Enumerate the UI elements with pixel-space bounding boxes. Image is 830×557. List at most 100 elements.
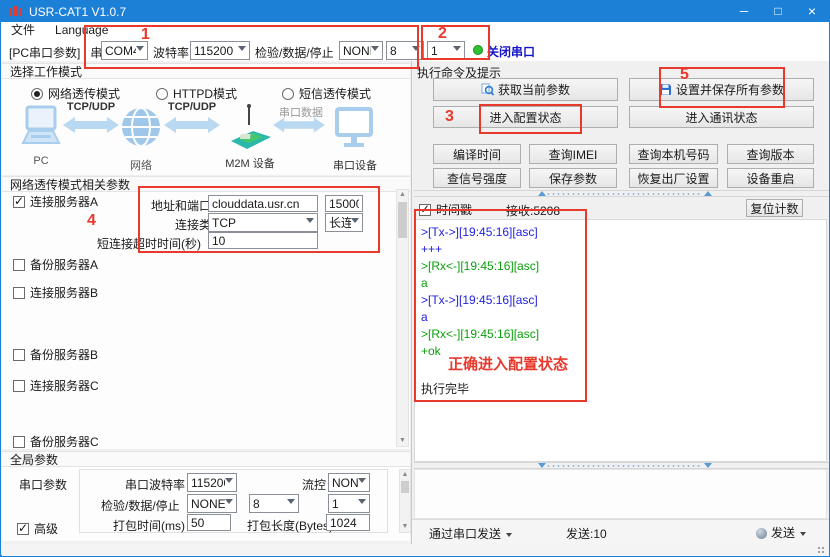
query-local-number-button[interactable]: 查询本机号码	[629, 144, 718, 164]
save-params-button[interactable]: 保存参数	[529, 168, 617, 188]
m2m-device-icon	[227, 103, 273, 153]
annotation-note: 正确进入配置状态	[448, 353, 568, 374]
maximize-button[interactable]: □	[761, 1, 795, 22]
menu-file[interactable]: 文件	[1, 22, 45, 39]
scroll-down-icon[interactable]: ▼	[400, 522, 410, 532]
query-imei-button[interactable]: 查询IMEI	[529, 144, 617, 164]
checkbox-timestamp[interactable]: 时间戳	[419, 201, 472, 218]
arrow-icon	[63, 116, 119, 134]
chevron-down-icon	[358, 499, 366, 509]
get-current-params-button[interactable]: 获取当前参数	[433, 78, 618, 101]
checkbox-connect-server-b[interactable]: 连接服务器B	[13, 284, 98, 301]
splitter-grip[interactable]	[546, 192, 701, 196]
set-save-all-button[interactable]: 设置并保存所有参数	[629, 78, 814, 101]
menu-bar: 文件 Language	[1, 22, 829, 40]
log-line: >[Rx<-][19:45:16][asc]	[421, 260, 826, 273]
resize-grip[interactable]	[817, 546, 826, 555]
reset-counter-button[interactable]: 复位计数	[746, 199, 803, 217]
scroll-up-icon[interactable]: ▲	[397, 190, 408, 200]
flow-select[interactable]: NONE	[328, 473, 370, 492]
pack-time-input[interactable]	[187, 514, 231, 531]
device-restart-button[interactable]: 设备重启	[727, 168, 814, 188]
close-port-button[interactable]: 关闭串口	[487, 43, 535, 60]
arrow-icon	[273, 116, 325, 134]
checkbox-backup-server-a[interactable]: 备份服务器A	[13, 256, 98, 273]
pack-len-input[interactable]	[326, 514, 370, 531]
link2-label: TCP/UDP	[164, 101, 220, 113]
close-button[interactable]: ×	[795, 1, 829, 22]
checkbox-icon	[13, 380, 25, 392]
chevron-down-icon	[506, 533, 512, 537]
global-params-scrollbar[interactable]: ▲ ▼	[399, 469, 411, 533]
send-input[interactable]	[414, 469, 827, 519]
gbaud-select[interactable]: 115200	[187, 473, 237, 492]
flow-label: 流控	[302, 476, 326, 493]
query-signal-button[interactable]: 查信号强度	[433, 168, 521, 188]
log-line: a	[421, 311, 826, 324]
app-window: USR-CAT1 V1.0.7 ─ □ × 文件 Language [PC串口参…	[0, 0, 830, 557]
log-output[interactable]: >[Tx->][19:45:16][asc] +++ >[Rx<-][19:45…	[414, 219, 827, 462]
splitter-arrow-icon[interactable]	[538, 463, 546, 468]
checkbox-icon	[13, 436, 25, 448]
query-version-button[interactable]: 查询版本	[727, 144, 814, 164]
stopbits-select[interactable]: 1	[427, 41, 465, 60]
serial-params-label: 串口参数	[19, 476, 67, 493]
send-button[interactable]: 发送	[756, 524, 806, 541]
port-input[interactable]	[325, 195, 363, 212]
horizontal-splitter[interactable]	[414, 462, 829, 469]
sent-count-label: 发送:10	[566, 525, 607, 542]
conn-type-select[interactable]: TCP	[208, 213, 318, 232]
node-serial-label: 串口设备	[331, 157, 379, 173]
radio-net-mode[interactable]: 网络透传模式	[31, 85, 120, 102]
minimize-button[interactable]: ─	[727, 1, 761, 22]
net-params-scrollbar[interactable]: ▲ ▼	[396, 189, 409, 447]
enter-comm-state-button[interactable]: 进入通讯状态	[629, 106, 814, 128]
splitter-grip[interactable]	[546, 464, 701, 468]
databits-select[interactable]: 8	[386, 41, 424, 60]
horizontal-splitter[interactable]	[414, 190, 829, 197]
conn-mode-select[interactable]: 长连接	[325, 213, 363, 232]
radio-httpd-mode[interactable]: HTTPD模式	[156, 85, 237, 102]
checkbox-advanced[interactable]: 高级	[17, 520, 58, 537]
scrollbar-thumb[interactable]	[401, 481, 409, 493]
radio-icon	[31, 88, 43, 100]
gdatabits-select[interactable]: 8	[249, 494, 299, 513]
send-via-select[interactable]: 通过串口发送	[429, 525, 512, 542]
checkbox-backup-server-c[interactable]: 备份服务器C	[13, 433, 99, 450]
node-pc-label: PC	[19, 155, 63, 167]
splitter-arrow-icon[interactable]	[704, 191, 712, 196]
send-icon	[756, 528, 767, 539]
pc-icon	[21, 105, 61, 153]
splitter-arrow-icon[interactable]	[538, 191, 546, 196]
checkbox-connect-server-a[interactable]: 连接服务器A	[13, 193, 98, 210]
radio-icon	[282, 88, 294, 100]
scroll-down-icon[interactable]: ▼	[397, 436, 408, 446]
scroll-up-icon[interactable]: ▲	[400, 470, 410, 480]
gstopbits-select[interactable]: 1	[328, 494, 370, 513]
compile-time-button[interactable]: 编译时间	[433, 144, 521, 164]
checkbox-backup-server-b[interactable]: 备份服务器B	[13, 346, 98, 363]
menu-language[interactable]: Language	[45, 22, 118, 39]
log-line: >[Tx->][19:45:16][asc]	[421, 226, 826, 239]
checkbox-connect-server-c[interactable]: 连接服务器C	[13, 377, 99, 394]
chevron-down-icon	[136, 46, 144, 56]
enter-config-state-button[interactable]: 进入配置状态	[433, 106, 618, 128]
gparity-select[interactable]: NONE	[187, 494, 237, 513]
baud-select[interactable]: 115200	[190, 41, 250, 60]
port-open-indicator-icon	[473, 45, 483, 55]
panel-divider	[411, 61, 412, 544]
factory-reset-button[interactable]: 恢复出厂设置	[629, 168, 718, 188]
global-params-header: 全局参数	[2, 451, 410, 467]
splitter-arrow-icon[interactable]	[704, 463, 712, 468]
address-input[interactable]	[208, 195, 318, 212]
log-line: >[Rx<-][19:45:16][asc]	[421, 328, 826, 341]
status-bar	[2, 544, 829, 556]
com-port-select[interactable]: COM45	[101, 41, 148, 60]
parity-select[interactable]: NONI	[339, 41, 383, 60]
timeout-input[interactable]	[208, 232, 318, 249]
chevron-down-icon	[225, 499, 233, 509]
scrollbar-thumb[interactable]	[398, 202, 407, 238]
chevron-down-icon	[412, 46, 420, 56]
checkbox-icon	[13, 287, 25, 299]
radio-sms-mode[interactable]: 短信透传模式	[282, 85, 371, 102]
